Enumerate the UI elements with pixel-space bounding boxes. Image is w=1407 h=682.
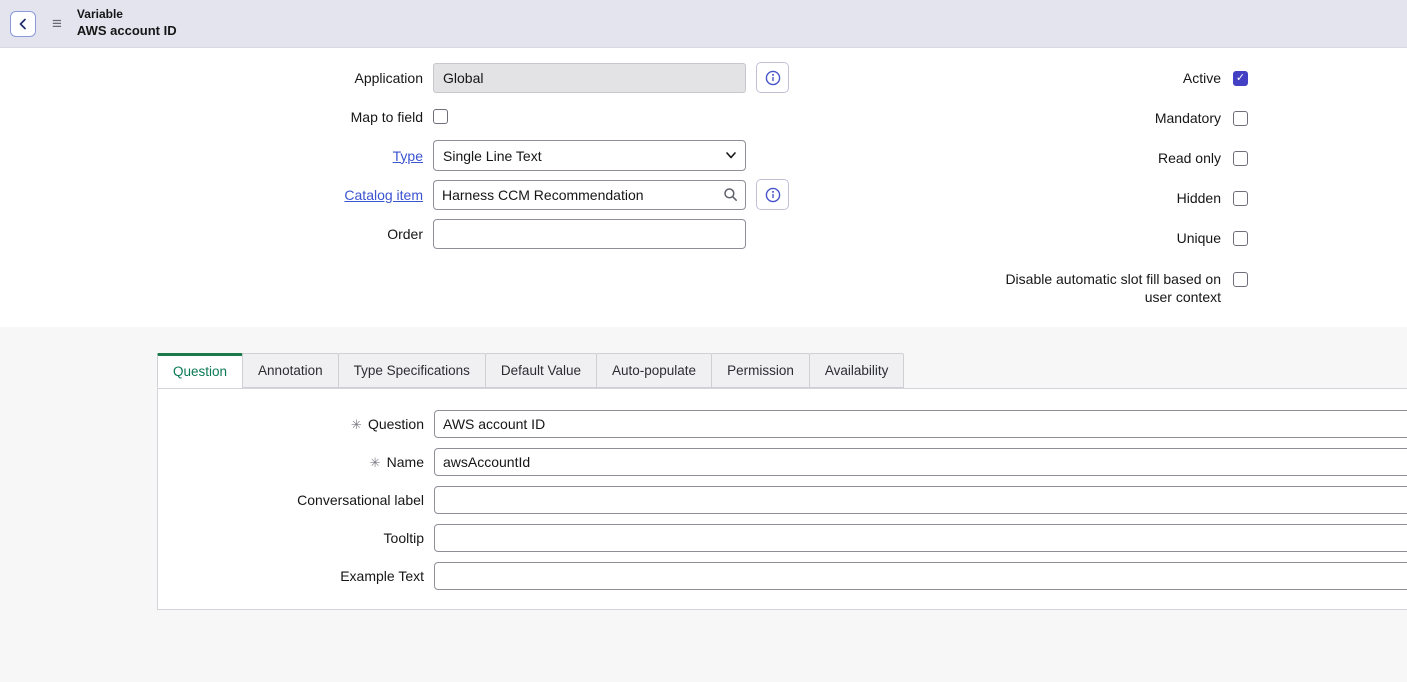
unique-label: Unique [1177, 230, 1221, 246]
unique-row: Unique [800, 218, 1248, 258]
mandatory-row: Mandatory [800, 98, 1248, 138]
question-field-row: ✳ Question [158, 405, 1407, 443]
page-title: Variable AWS account ID [77, 7, 177, 39]
map-to-field-row: Map to field [0, 97, 800, 136]
form-left-column: Application Map to field Type [0, 58, 800, 327]
active-row: Active [800, 58, 1248, 98]
question-tab-panel: ✳ Question ✳ Name ✳ Conversational label… [157, 388, 1407, 610]
question-label: Question [368, 416, 424, 432]
catalog-item-row: Catalog item [0, 175, 800, 214]
catalog-item-info-button[interactable] [756, 179, 789, 210]
variable-form: Application Map to field Type [0, 48, 1407, 327]
conversational-label-label: Conversational label [297, 492, 424, 508]
required-icon: ✳ [351, 418, 362, 431]
tooltip-input[interactable] [434, 524, 1407, 552]
example-text-row: ✳ Example Text [158, 557, 1407, 595]
header: ≡ Variable AWS account ID [0, 0, 1407, 48]
read-only-label: Read only [1158, 150, 1221, 166]
tooltip-label: Tooltip [384, 530, 424, 546]
tab-question[interactable]: Question [157, 353, 243, 388]
hidden-label: Hidden [1177, 190, 1221, 206]
context-menu-icon[interactable]: ≡ [52, 15, 62, 32]
disable-slot-fill-checkbox[interactable] [1233, 272, 1248, 287]
question-input[interactable] [434, 410, 1407, 438]
active-checkbox[interactable] [1233, 71, 1248, 86]
tab-auto-populate[interactable]: Auto-populate [596, 353, 712, 388]
read-only-row: Read only [800, 138, 1248, 178]
tabs-section: Question Annotation Type Specifications … [0, 327, 1407, 682]
order-label: Order [0, 226, 423, 242]
example-text-label: Example Text [340, 568, 424, 584]
search-icon [723, 187, 738, 202]
back-button[interactable] [10, 11, 36, 37]
map-to-field-checkbox[interactable] [433, 109, 448, 124]
catalog-item-reference-field [433, 180, 746, 210]
mandatory-checkbox[interactable] [1233, 111, 1248, 126]
catalog-item-input[interactable] [434, 181, 715, 209]
read-only-checkbox[interactable] [1233, 151, 1248, 166]
tab-type-specifications[interactable]: Type Specifications [338, 353, 486, 388]
record-name-label: AWS account ID [77, 23, 177, 40]
hidden-checkbox[interactable] [1233, 191, 1248, 206]
name-label: Name [387, 454, 424, 470]
name-input[interactable] [434, 448, 1407, 476]
example-text-input[interactable] [434, 562, 1407, 590]
mandatory-label: Mandatory [1155, 110, 1221, 126]
disable-slot-fill-row: Disable automatic slot fill based on use… [800, 270, 1248, 307]
type-select[interactable]: Single Line Text [433, 140, 746, 171]
map-to-field-label: Map to field [0, 109, 423, 125]
type-label-link[interactable]: Type [0, 148, 423, 164]
order-row: Order [0, 214, 800, 253]
application-info-button[interactable] [756, 62, 789, 93]
record-type-label: Variable [77, 7, 177, 23]
tab-annotation[interactable]: Annotation [242, 353, 339, 388]
tab-availability[interactable]: Availability [809, 353, 905, 388]
conversational-label-row: ✳ Conversational label [158, 481, 1407, 519]
tooltip-row: ✳ Tooltip [158, 519, 1407, 557]
type-row: Type Single Line Text [0, 136, 800, 175]
unique-checkbox[interactable] [1233, 231, 1248, 246]
application-field[interactable] [433, 63, 746, 93]
tab-strip: Question Annotation Type Specifications … [157, 353, 1407, 388]
order-field[interactable] [433, 219, 746, 249]
application-label: Application [0, 70, 423, 86]
application-row: Application [0, 58, 800, 97]
info-icon [765, 70, 781, 86]
active-label: Active [1183, 70, 1221, 86]
hidden-row: Hidden [800, 178, 1248, 218]
info-icon [765, 187, 781, 203]
form-right-column: Active Mandatory Read only Hidden Unique… [800, 58, 1407, 327]
chevron-left-icon [18, 18, 28, 30]
name-field-row: ✳ Name [158, 443, 1407, 481]
tab-default-value[interactable]: Default Value [485, 353, 597, 388]
required-icon: ✳ [370, 456, 381, 469]
conversational-label-input[interactable] [434, 486, 1407, 514]
disable-slot-fill-label: Disable automatic slot fill based on use… [976, 270, 1221, 307]
catalog-item-lookup-button[interactable] [715, 181, 745, 209]
tab-permission[interactable]: Permission [711, 353, 810, 388]
catalog-item-label-link[interactable]: Catalog item [0, 187, 423, 203]
